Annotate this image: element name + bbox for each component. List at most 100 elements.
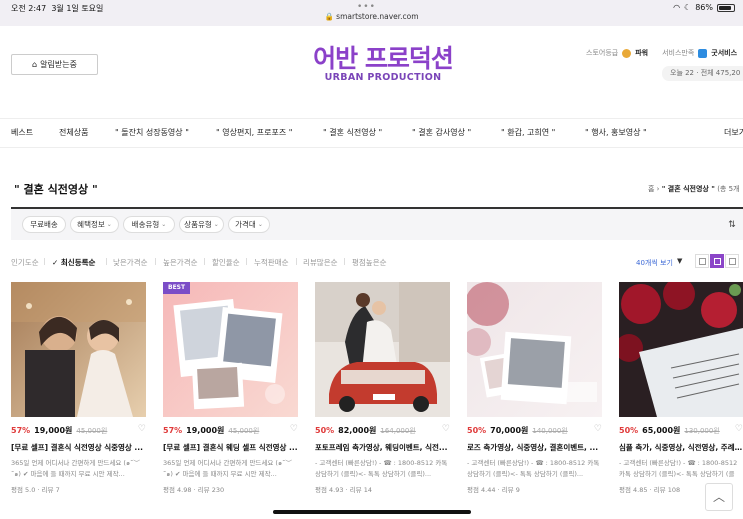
chevron-down-icon: ⌄ — [213, 221, 219, 228]
product-card[interactable]: 57% 19,000원 45,000원 ♡ [무료 셀프] 결혼식 식전영상 식… — [11, 282, 146, 494]
category-nav: 베스트 전체상품 " 돌잔치 성장동영상 " " 영상편지, 프로포즈 " " … — [0, 118, 743, 148]
large-grid-view-icon[interactable] — [725, 254, 739, 268]
address-bar[interactable]: 🔒 smartstore.naver.com — [0, 12, 743, 21]
chevron-down-icon: ⌄ — [257, 221, 263, 228]
product-image[interactable] — [315, 282, 450, 417]
price-row: 57% 19,000원 45,000원 ♡ — [163, 424, 298, 436]
product-rating-reviews: 평점 4.93 · 리뷰 14 — [315, 486, 372, 494]
nav-first-birthday[interactable]: " 돌잔치 성장동영상 " — [115, 127, 189, 138]
battery-icon — [717, 3, 735, 12]
breadcrumb: 홈 › " 결혼 식전영상 " (총 5개 — [648, 185, 740, 193]
product-image[interactable]: BEST — [163, 282, 298, 417]
original-price: 140,000원 — [532, 426, 568, 435]
caret-down-icon[interactable]: ▼ — [677, 257, 682, 265]
store-grade-info: 스토어등급 파워 서비스만족 굿서비스 — [586, 48, 737, 58]
nav-60th-birthday[interactable]: " 환갑, 고희연 " — [501, 127, 555, 138]
product-name[interactable]: [무료 셀프] 결혼식 식전영상 식중영상 ... — [11, 442, 146, 453]
category-title: " 결혼 식전영상 " — [14, 183, 98, 196]
discount-rate: 50% — [315, 426, 335, 435]
sort-high-price[interactable]: 높은가격순 — [163, 257, 198, 268]
product-card[interactable]: BEST 57% 19,000원 45,000원 ♡ [무료 셀프] 결혼식 웨… — [163, 282, 298, 494]
product-card[interactable]: 50% 70,000원 140,000원 ♡ 로즈 축가영상, 식중영상, 결혼… — [467, 282, 602, 494]
price-row: 50% 82,000원 164,000원 ♡ — [315, 424, 450, 436]
items-per-page-select[interactable]: 40개씩 보기 — [636, 258, 673, 268]
heart-icon[interactable]: ♡ — [290, 424, 298, 434]
heart-icon[interactable]: ♡ — [138, 424, 146, 434]
product-name[interactable]: 로즈 축가영상, 식중영상, 결혼이벤트, ... — [467, 442, 602, 453]
product-rating-reviews: 평점 4.44 · 리뷰 9 — [467, 486, 520, 494]
original-price: 130,000원 — [684, 426, 720, 435]
breadcrumb-current: " 결혼 식전영상 " — [661, 185, 715, 193]
sort-discount[interactable]: 할인율순 — [212, 257, 240, 268]
sort-separator — [296, 258, 297, 265]
multitask-dots-icon[interactable]: ••• — [357, 2, 376, 12]
original-price: 45,000원 — [76, 426, 108, 435]
nav-all-products[interactable]: 전체상품 — [59, 127, 88, 138]
sale-price: 65,000원 — [642, 426, 681, 435]
sort-separator — [155, 258, 156, 265]
heart-icon[interactable]: ♡ — [594, 424, 602, 434]
product-card[interactable]: 50% 82,000원 164,000원 ♡ 포토프레임 축가영상, 웨딩이벤트… — [315, 282, 450, 494]
sort-separator — [44, 258, 45, 265]
heart-icon[interactable]: ♡ — [735, 424, 743, 434]
store-logo[interactable]: 어반 프로덕션 URBAN PRODUCTION — [313, 44, 454, 83]
discount-rate: 50% — [619, 426, 639, 435]
wifi-icon: ◠ — [673, 3, 681, 12]
filter-settings-icon[interactable]: ⇅ — [724, 217, 740, 233]
nav-wedding-thanks[interactable]: " 결혼 감사영상 " — [412, 127, 471, 138]
list-view-icon[interactable] — [695, 254, 709, 268]
product-image[interactable] — [11, 282, 146, 417]
filter-price-range[interactable]: 가격대 ⌄ — [228, 216, 270, 233]
sort-newest[interactable]: ✓ 최신등록순 — [52, 257, 95, 268]
product-name[interactable]: [무료 셀프] 결혼식 웨딩 셀프 식전영상 ... — [163, 442, 298, 453]
product-image[interactable] — [619, 282, 743, 417]
filter-product-type[interactable]: 상품유형 ⌄ — [179, 216, 224, 233]
grid-view-icon[interactable] — [710, 254, 724, 268]
filter-shipping-type[interactable]: 배송유형 ⌄ — [123, 216, 175, 233]
heart-icon[interactable]: ♡ — [442, 424, 450, 434]
status-indicators: ◠ ☾ 86% — [673, 3, 735, 12]
logo-english: URBAN PRODUCTION — [324, 72, 442, 83]
service-value: 굿서비스 — [711, 49, 738, 57]
scroll-to-top-button[interactable]: ︿ — [705, 483, 733, 511]
breadcrumb-count: (총 5개 — [717, 185, 740, 193]
chevron-down-icon: ⌄ — [161, 221, 167, 228]
logo-korean: 어반 프로덕션 — [313, 44, 454, 73]
sort-separator — [106, 258, 107, 265]
sort-popular[interactable]: 인기도순 — [11, 257, 39, 268]
sort-reviews[interactable]: 리뷰많은순 — [303, 257, 338, 268]
discount-rate: 50% — [467, 426, 487, 435]
price-row: 50% 65,000원 130,000원 ♡ — [619, 424, 743, 436]
product-card[interactable]: 50% 65,000원 130,000원 ♡ 심플 축가, 식중영상, 식전영상… — [619, 282, 743, 494]
nav-video-letter[interactable]: " 영상편지, 프로포즈 " — [216, 127, 292, 138]
home-bell-icon: ⌂ — [32, 60, 38, 69]
product-image[interactable] — [467, 282, 602, 417]
nav-wedding-opening[interactable]: " 결혼 식전영상 " — [323, 127, 382, 138]
thumbs-up-icon — [698, 48, 708, 58]
original-price: 45,000원 — [228, 426, 260, 435]
breadcrumb-home[interactable]: 홈 — [648, 185, 654, 193]
sort-separator — [344, 258, 345, 265]
sort-sales[interactable]: 누적판매순 — [254, 257, 289, 268]
nav-best[interactable]: 베스트 — [11, 127, 33, 138]
product-rating-reviews: 평점 5.0 · 리뷰 7 — [11, 486, 60, 494]
sort-low-price[interactable]: 낮은가격순 — [113, 257, 148, 268]
sort-rating[interactable]: 평점높은순 — [352, 257, 387, 268]
grade-badge-icon — [622, 48, 632, 58]
filter-free-shipping[interactable]: 무료배송 — [22, 216, 66, 233]
product-description: - 고객센터 (빠른상담!) - ☎ : 1800-8512 카톡 상담하기 (… — [467, 459, 600, 478]
service-label: 서비스만족 — [662, 49, 695, 57]
product-name[interactable]: 포토프레임 축가영상, 웨딩이벤트, 식전... — [315, 442, 450, 453]
moon-icon: ☾ — [684, 3, 692, 12]
filter-benefits[interactable]: 혜택정보 ⌄ — [70, 216, 119, 233]
check-icon: ✓ — [52, 258, 61, 267]
alert-subscribe-button[interactable]: ⌂ 알림받는중 — [11, 54, 98, 75]
home-indicator[interactable] — [273, 510, 471, 514]
nav-event-promo[interactable]: " 행사, 홍보영상 " — [585, 127, 647, 138]
sale-price: 19,000원 — [186, 426, 225, 435]
best-badge: BEST — [163, 282, 191, 294]
sort-separator — [246, 258, 247, 265]
discount-rate: 57% — [163, 426, 183, 435]
product-name[interactable]: 심플 축가, 식중영상, 식전영상, 주례없... — [619, 442, 743, 453]
nav-more[interactable]: 더보기 — [724, 127, 743, 138]
